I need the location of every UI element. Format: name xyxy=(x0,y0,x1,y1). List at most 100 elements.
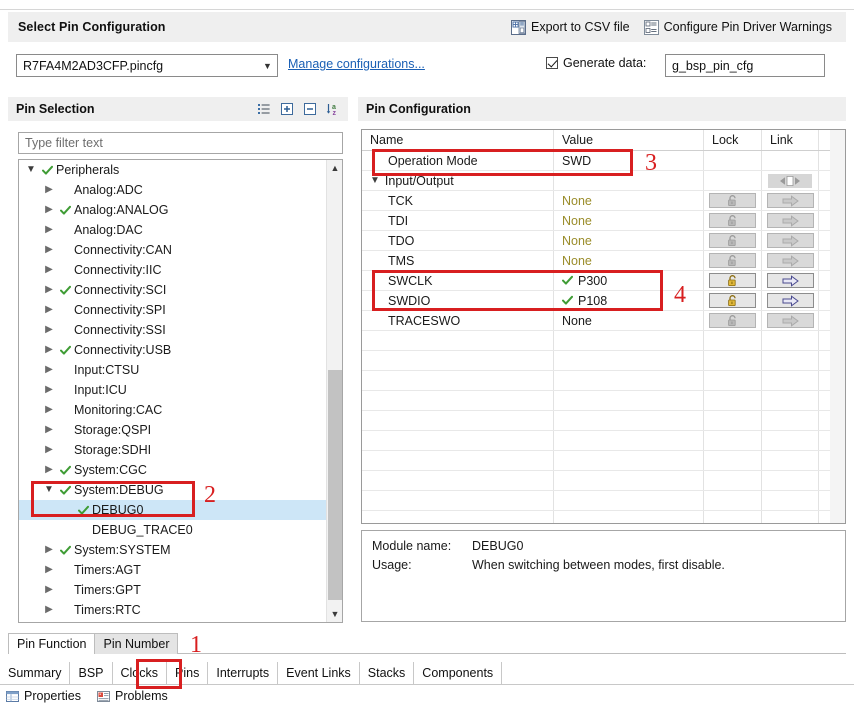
tree-item-timers-gpt[interactable]: ▶ Timers:GPT xyxy=(19,580,327,600)
pin-value-cell[interactable]: P108 xyxy=(554,291,704,310)
table-row[interactable]: Operation Mode SWD xyxy=(362,151,845,171)
chevron-right-icon[interactable]: ▶ xyxy=(41,205,57,215)
chevron-right-icon[interactable]: ▶ xyxy=(41,225,57,235)
configure-pin-driver-warnings-button[interactable]: Configure Pin Driver Warnings xyxy=(643,19,832,35)
view-tab-problems[interactable]: Problems xyxy=(96,689,168,703)
lock-icon[interactable] xyxy=(709,273,756,288)
scroll-down-icon[interactable]: ▼ xyxy=(327,606,342,622)
chevron-right-icon[interactable]: ▶ xyxy=(41,185,57,195)
link-cell[interactable] xyxy=(762,271,819,290)
tree-item-monitoring-cac[interactable]: ▶ Monitoring:CAC xyxy=(19,400,327,420)
chevron-right-icon[interactable]: ▶ xyxy=(41,305,57,315)
chevron-down-icon[interactable]: ▼ xyxy=(370,175,380,186)
pincfg-file-dropdown[interactable]: R7FA4M2AD3CFP.pincfg ▼ xyxy=(16,54,278,77)
chevron-down-icon[interactable]: ▼ xyxy=(23,165,39,175)
table-row[interactable]: TDO None xyxy=(362,231,845,251)
tree-item-input-ctsu[interactable]: ▶ Input:CTSU xyxy=(19,360,327,380)
pin-value-cell[interactable]: P300 xyxy=(554,271,704,290)
tab-components[interactable]: Components xyxy=(414,662,503,684)
generate-data-checkbox[interactable] xyxy=(546,57,558,69)
tree-item-debug0[interactable]: DEBUG0 xyxy=(19,500,326,520)
chevron-right-icon[interactable]: ▶ xyxy=(41,325,57,335)
table-row[interactable]: TDI None xyxy=(362,211,845,231)
export-to-csv-button[interactable]: Export to CSV file xyxy=(510,19,630,35)
table-row[interactable]: TCK None xyxy=(362,191,845,211)
tab-stacks[interactable]: Stacks xyxy=(359,662,415,684)
tree-item-debug-trace0[interactable]: DEBUG_TRACE0 xyxy=(19,520,327,540)
column-header-lock[interactable]: Lock xyxy=(704,130,762,150)
pin-value-cell[interactable]: SWD xyxy=(554,151,704,170)
chevron-right-icon[interactable]: ▶ xyxy=(41,565,57,575)
tab-pins[interactable]: Pins xyxy=(167,662,209,684)
chevron-right-icon[interactable]: ▶ xyxy=(41,545,57,555)
tree-item-system-system[interactable]: ▶ System:SYSTEM xyxy=(19,540,327,560)
tree-item-connectivity-spi[interactable]: ▶ Connectivity:SPI xyxy=(19,300,327,320)
chevron-right-icon[interactable]: ▶ xyxy=(41,245,57,255)
chevron-right-icon[interactable]: ▶ xyxy=(41,345,57,355)
tab-event-links[interactable]: Event Links xyxy=(278,662,360,684)
tab-clocks[interactable]: Clocks xyxy=(112,662,168,684)
filter-input[interactable]: Type filter text xyxy=(18,132,343,154)
tree-item-timers-rtc[interactable]: ▶ Timers:RTC xyxy=(19,600,327,620)
tab-pin-number[interactable]: Pin Number xyxy=(94,633,179,654)
table-row[interactable]: ▼ Input/Output xyxy=(362,171,845,191)
scroll-up-icon[interactable]: ▲ xyxy=(327,160,342,176)
tree-item-peripherals[interactable]: ▼ Peripherals xyxy=(19,160,327,180)
chevron-right-icon[interactable]: ▶ xyxy=(41,365,57,375)
lock-cell[interactable] xyxy=(704,271,762,290)
chevron-right-icon[interactable]: ▶ xyxy=(41,605,57,615)
chevron-right-icon[interactable]: ▶ xyxy=(41,465,57,475)
chevron-down-icon[interactable]: ▼ xyxy=(41,485,57,495)
tree-scrollbar[interactable]: ▲ ▼ xyxy=(326,160,342,622)
tree-item-timers-agt[interactable]: ▶ Timers:AGT xyxy=(19,560,327,580)
pin-value-cell[interactable]: None xyxy=(554,211,704,230)
tree-item-analog-analog[interactable]: ▶ Analog:ANALOG xyxy=(19,200,327,220)
generate-data-input[interactable]: g_bsp_pin_cfg xyxy=(665,54,825,77)
lock-icon[interactable] xyxy=(709,293,756,308)
chevron-right-icon[interactable]: ▶ xyxy=(41,285,57,295)
tree-item-connectivity-sci[interactable]: ▶ Connectivity:SCI xyxy=(19,280,327,300)
peripherals-tree[interactable]: ▼ Peripherals ▶ Analog:ADC ▶ Analog:ANALOG ▶ An… xyxy=(18,159,343,623)
tab-pin-function[interactable]: Pin Function xyxy=(8,633,96,654)
tree-item-storage-qspi[interactable]: ▶ Storage:QSPI xyxy=(19,420,327,440)
tab-bsp[interactable]: BSP xyxy=(70,662,113,684)
pin-value-cell[interactable]: None xyxy=(554,251,704,270)
list-view-icon[interactable] xyxy=(257,102,271,116)
view-tab-properties[interactable]: Properties xyxy=(6,689,81,703)
tree-item-system-debug[interactable]: ▼ System:DEBUG xyxy=(19,480,327,500)
tab-summary[interactable]: Summary xyxy=(0,662,71,684)
manage-configurations-link[interactable]: Manage configurations... xyxy=(288,57,425,71)
table-row[interactable]: SWDIO P108 xyxy=(362,291,845,311)
table-scrollbar[interactable] xyxy=(830,130,845,523)
tree-item-connectivity-can[interactable]: ▶ Connectivity:CAN xyxy=(19,240,327,260)
chevron-right-icon[interactable]: ▶ xyxy=(41,385,57,395)
chevron-right-icon[interactable]: ▶ xyxy=(41,445,57,455)
tree-item-analog-adc[interactable]: ▶ Analog:ADC xyxy=(19,180,327,200)
table-row[interactable]: SWCLK P300 xyxy=(362,271,845,291)
pin-value-cell[interactable]: None xyxy=(554,231,704,250)
column-header-name[interactable]: Name xyxy=(362,130,554,150)
link-arrow-icon[interactable] xyxy=(766,273,814,288)
link-arrow-icon[interactable] xyxy=(766,293,814,308)
tree-item-connectivity-iic[interactable]: ▶ Connectivity:IIC xyxy=(19,260,327,280)
chevron-right-icon[interactable]: ▶ xyxy=(41,405,57,415)
sort-alphabetical-icon[interactable]: a z xyxy=(326,102,341,116)
tree-item-connectivity-usb[interactable]: ▶ Connectivity:USB xyxy=(19,340,327,360)
chevron-right-icon[interactable]: ▶ xyxy=(41,425,57,435)
column-header-link[interactable]: Link xyxy=(762,130,819,150)
collapse-all-icon[interactable] xyxy=(303,102,317,116)
table-row[interactable]: TMS None xyxy=(362,251,845,271)
chevron-right-icon[interactable]: ▶ xyxy=(41,265,57,275)
table-row[interactable]: TRACESWO None xyxy=(362,311,845,331)
link-cell[interactable] xyxy=(762,171,819,190)
tree-item-system-cgc[interactable]: ▶ System:CGC xyxy=(19,460,327,480)
tree-item-input-icu[interactable]: ▶ Input:ICU xyxy=(19,380,327,400)
tree-item-analog-dac[interactable]: ▶ Analog:DAC xyxy=(19,220,327,240)
expand-all-icon[interactable] xyxy=(280,102,294,116)
chevron-right-icon[interactable]: ▶ xyxy=(41,585,57,595)
pin-value-cell[interactable]: None xyxy=(554,191,704,210)
tree-item-connectivity-ssi[interactable]: ▶ Connectivity:SSI xyxy=(19,320,327,340)
scrollbar-thumb[interactable] xyxy=(328,370,342,600)
pin-configuration-table[interactable]: Name Value Lock Link Operation Mode SWD ▼ Input… xyxy=(361,129,846,524)
tab-interrupts[interactable]: Interrupts xyxy=(208,662,279,684)
